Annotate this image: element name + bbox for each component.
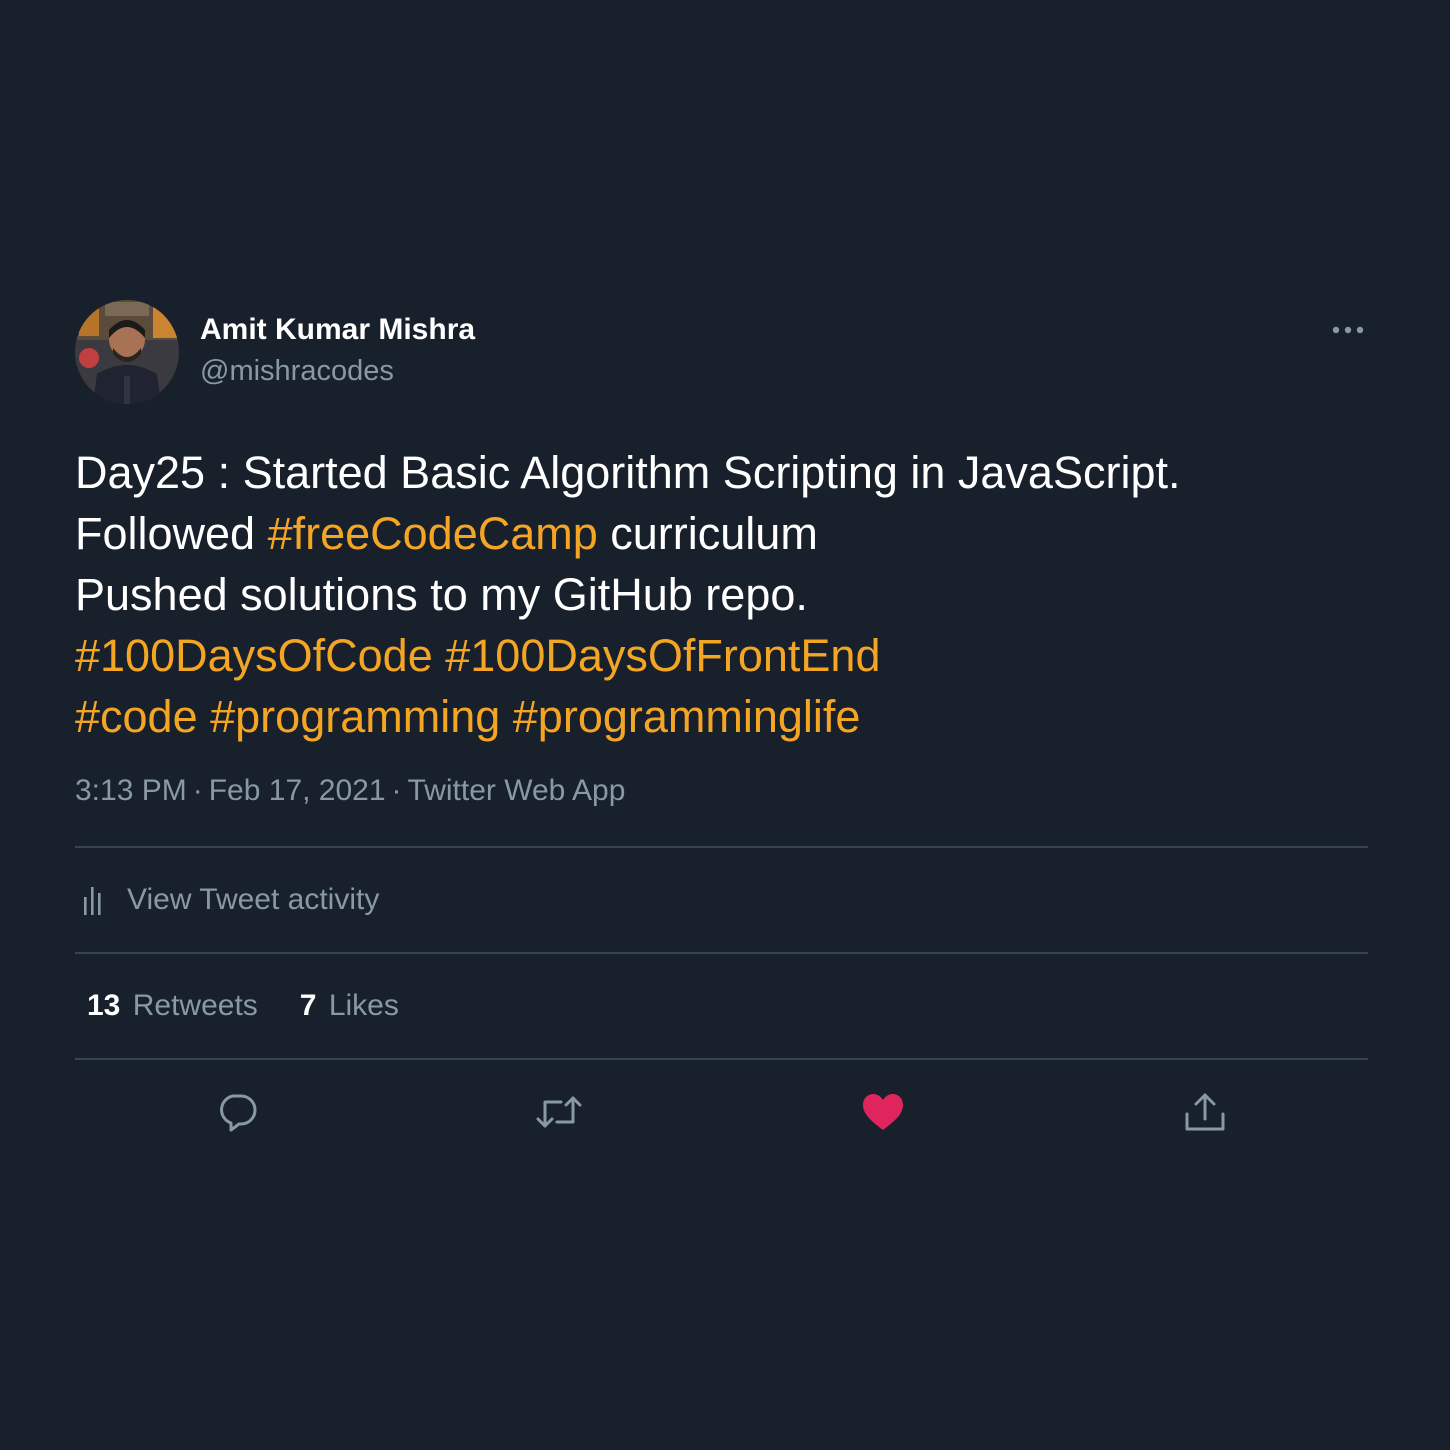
avatar-image: [75, 300, 179, 404]
likes-label: Likes: [328, 989, 399, 1022]
tweet-card: Amit Kumar Mishra @mishracodes Day25 : S…: [75, 300, 1368, 1170]
bar-chart-icon: [84, 887, 101, 915]
retweets-label: Retweets: [132, 989, 258, 1022]
view-tweet-activity-button[interactable]: View Tweet activity: [75, 848, 1368, 952]
author-handle[interactable]: @mishracodes: [200, 353, 475, 389]
author-display-name[interactable]: Amit Kumar Mishra: [200, 312, 475, 348]
reply-icon: [220, 1094, 257, 1132]
tweet-text-line: #code #programming #programminglife: [75, 686, 1368, 747]
retweet-button[interactable]: [535, 1088, 583, 1136]
tweet-date[interactable]: Feb 17, 2021: [209, 774, 386, 807]
tweet-text-line: #100DaysOfCode #100DaysOfFrontEnd: [75, 625, 1368, 686]
tweet-text-segment: [433, 630, 446, 681]
tweet-actions: [75, 1060, 1368, 1170]
tweet-text-segment: Followed: [75, 508, 268, 559]
meta-separator: ·: [192, 774, 203, 807]
tweet-header: Amit Kumar Mishra @mishracodes: [75, 300, 1368, 404]
view-tweet-activity-label: View Tweet activity: [127, 883, 380, 916]
tweet-text-segment: curriculum: [597, 508, 818, 559]
hashtag-link[interactable]: #freeCodeCamp: [268, 508, 598, 559]
tweet-text-line: Followed #freeCodeCamp curriculum: [75, 503, 1368, 564]
retweets-count: 13: [87, 989, 121, 1022]
tweet-text-segment: Pushed solutions to my GitHub repo.: [75, 569, 808, 620]
tweet-source[interactable]: Twitter Web App: [408, 774, 626, 807]
meta-separator: ·: [391, 774, 402, 807]
tweet-text-segment: [500, 691, 513, 742]
share-button[interactable]: [1181, 1088, 1229, 1136]
hashtag-link[interactable]: #programminglife: [513, 691, 861, 742]
tweet-time[interactable]: 3:13 PM: [75, 774, 187, 807]
tweet-text: Day25 : Started Basic Algorithm Scriptin…: [75, 442, 1368, 747]
retweets-stat[interactable]: 13 Retweets: [87, 989, 258, 1023]
author-names: Amit Kumar Mishra @mishracodes: [200, 312, 475, 389]
hashtag-link[interactable]: #100DaysOfCode: [75, 630, 433, 681]
likes-stat[interactable]: 7 Likes: [300, 989, 399, 1023]
avatar[interactable]: [75, 300, 179, 404]
tweet-text-line: Day25 : Started Basic Algorithm Scriptin…: [75, 442, 1368, 503]
hashtag-link[interactable]: #code: [75, 691, 198, 742]
retweet-icon: [536, 1096, 582, 1128]
like-button[interactable]: [859, 1088, 907, 1136]
hashtag-link[interactable]: #100DaysOfFrontEnd: [445, 630, 880, 681]
tweet-text-segment: [198, 691, 211, 742]
tweet-stats: 13 Retweets 7 Likes: [75, 954, 1368, 1058]
more-options-button[interactable]: [1328, 318, 1368, 342]
share-icon: [1185, 1093, 1225, 1131]
likes-count: 7: [299, 989, 317, 1022]
tweet-text-segment: Day25 : Started Basic Algorithm Scriptin…: [75, 447, 1181, 498]
tweet-meta: 3:13 PM · Feb 17, 2021 · Twitter Web App: [75, 771, 1368, 811]
more-dots-icon: [1332, 326, 1364, 334]
heart-icon: [863, 1094, 903, 1130]
reply-button[interactable]: [213, 1088, 261, 1136]
tweet-text-line: Pushed solutions to my GitHub repo.: [75, 564, 1368, 625]
hashtag-link[interactable]: #programming: [210, 691, 500, 742]
